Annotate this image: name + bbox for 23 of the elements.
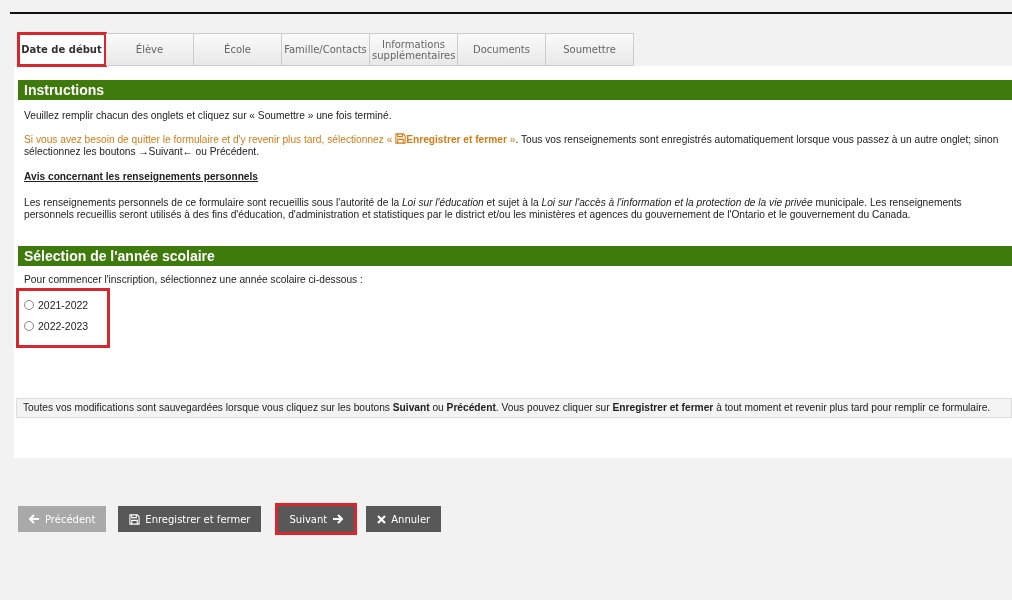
tab[interactable]: Informations supplémentaires bbox=[370, 33, 458, 66]
prompt-text: Pour commencer l'inscription, sélectionnez une année scolaire ci-dessous : bbox=[23, 274, 364, 286]
save-instructions-text: Si vous avez besoin de quitter le formulaire et d'y revenir plus tard, sélectionnez « Enregistrer et fermer ». Tous vos renseignements sont enregistrés automatiquement lorsque vous passez à un autre onglet; sinon sélectionnez les boutons →Suivant← ou Précédent. bbox=[23, 133, 1000, 158]
tab[interactable]: École bbox=[194, 33, 282, 66]
privacy-title: Avis concernant les renseignements personnels bbox=[23, 171, 260, 183]
save-info-text: Toutes vos modifications sont sauvegardées lorsque vous cliquez sur les boutons Suivant ou Précédent. Vous pouvez cliquer sur Enregistrer et fermer à tout moment et revenir plus tard pour remplir ce formulaire. bbox=[16, 398, 1012, 418]
cancel-button[interactable]: Annuler bbox=[366, 506, 442, 532]
section-header: Sélection de l'année scolaire bbox=[18, 246, 1012, 266]
save-button[interactable]: Enregistrer et fermer bbox=[118, 506, 262, 532]
next-button[interactable]: Suivant bbox=[278, 506, 355, 532]
left-arrow-icon bbox=[29, 514, 40, 524]
tab[interactable]: Date de début bbox=[18, 33, 106, 66]
right-arrow-icon bbox=[332, 514, 344, 524]
instruction-text: Veuillez remplir chacun des onglets et cliquez sur « Soumettre » une fois terminé. bbox=[23, 110, 393, 122]
radio-option[interactable]: 2022-2023 bbox=[24, 320, 89, 332]
close-icon bbox=[377, 514, 387, 524]
radio-option[interactable]: 2021-2022 bbox=[24, 299, 89, 311]
section-header: Instructions bbox=[18, 80, 1012, 100]
privacy-notice-text: Les renseignements personnels de ce formulaire sont recueillis sous l'autorité de la Loi sur l'éducation et sujet à la Loi sur l'accès à l'information et la protection de la vie privée municipale. Les renseignements personnels recueillis seront utilisés à des fins d'éducation, d'administration et statistiques par le district et/ou les ministères et agences du gouvernement de l'Ontario et le gouvernement du Canada. bbox=[23, 197, 963, 221]
tab[interactable]: Soumettre bbox=[546, 33, 634, 66]
tab[interactable]: Famille/Contacts bbox=[282, 33, 370, 66]
tab[interactable]: Documents bbox=[458, 33, 546, 66]
tab[interactable]: Élève bbox=[106, 33, 194, 66]
